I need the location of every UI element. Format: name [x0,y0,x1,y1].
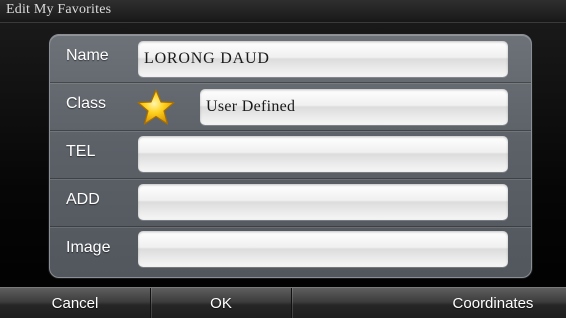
tel-field[interactable] [138,136,508,172]
image-row: Image [50,227,531,274]
add-label: ADD [66,191,100,208]
tel-label: TEL [66,143,96,160]
cancel-button[interactable]: Cancel [0,288,150,318]
image-label: Image [66,239,111,256]
toolbar-divider [291,288,292,318]
class-label: Class [66,95,107,112]
star-icon[interactable] [136,88,176,126]
coordinates-button[interactable]: Coordinates [420,288,566,318]
name-row: Name LORONG DAUD [50,35,531,83]
tel-row: TEL [50,131,531,179]
name-value: LORONG DAUD [144,50,270,67]
ok-button[interactable]: OK [151,288,291,318]
edit-favorites-screen: Edit My Favorites Name LORONG DAUD Class [0,0,566,318]
favorite-form-panel: Name LORONG DAUD Class User Defined TEL … [49,34,532,278]
window-title: Edit My Favorites [6,2,112,17]
name-label: Name [66,47,109,64]
bottom-toolbar: Cancel OK Coordinates [0,287,566,318]
add-field[interactable] [138,184,508,220]
add-row: ADD [50,179,531,227]
image-field[interactable] [138,231,508,267]
title-bar: Edit My Favorites [0,0,566,23]
name-field[interactable]: LORONG DAUD [138,41,508,77]
class-field[interactable]: User Defined [200,89,508,125]
class-value: User Defined [206,98,296,115]
class-row: Class User Defined [50,83,531,131]
